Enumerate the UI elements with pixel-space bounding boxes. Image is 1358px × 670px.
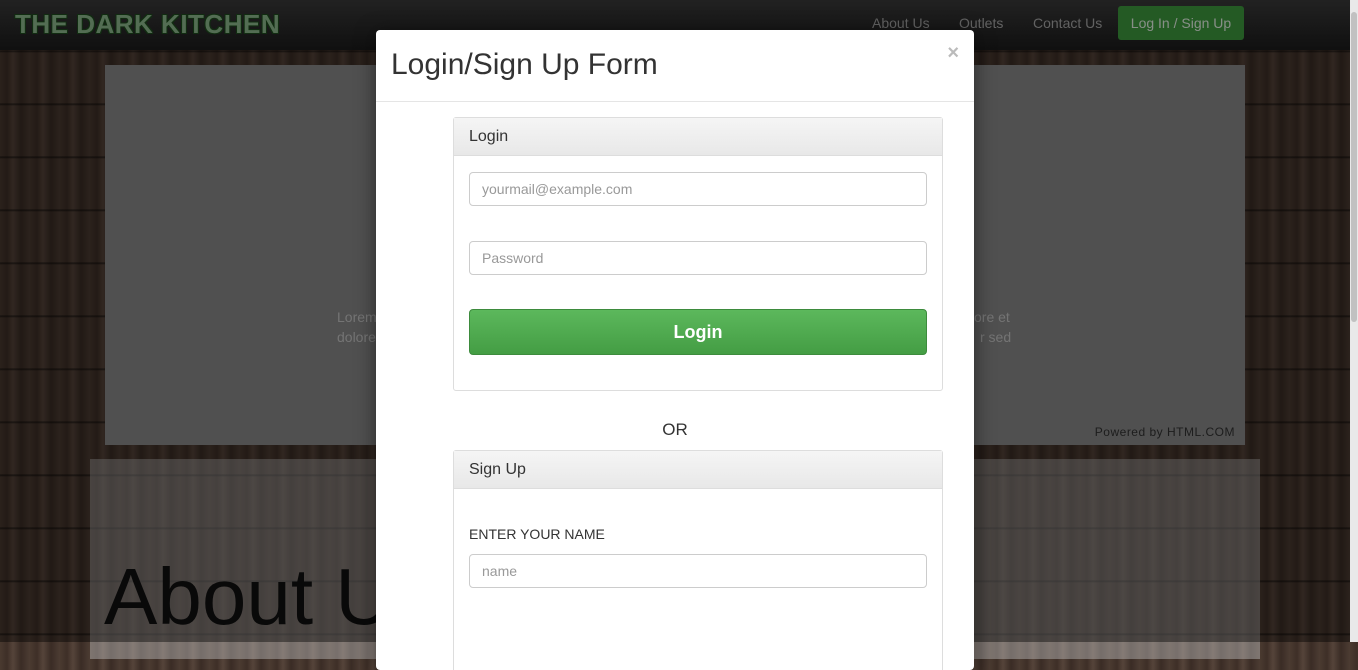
- password-input[interactable]: [469, 241, 927, 275]
- login-button[interactable]: Login: [469, 309, 927, 355]
- name-field-label: ENTER YOUR NAME: [469, 526, 605, 542]
- modal-header: Login/Sign Up Form ×: [376, 30, 974, 102]
- email-input[interactable]: [469, 172, 927, 206]
- login-panel: Login Login: [453, 117, 943, 391]
- page-scrollbar[interactable]: [1350, 0, 1358, 642]
- close-icon[interactable]: ×: [947, 42, 959, 65]
- login-signup-modal: Login/Sign Up Form × Login Login OR Sign…: [376, 30, 974, 670]
- name-input[interactable]: [469, 554, 927, 588]
- scrollbar-thumb[interactable]: [1351, 12, 1357, 322]
- signup-panel: Sign Up ENTER YOUR NAME: [453, 450, 943, 670]
- login-panel-heading: Login: [454, 118, 942, 156]
- modal-title: Login/Sign Up Form: [391, 48, 658, 81]
- or-separator: OR: [662, 420, 688, 439]
- signup-panel-heading: Sign Up: [454, 451, 942, 489]
